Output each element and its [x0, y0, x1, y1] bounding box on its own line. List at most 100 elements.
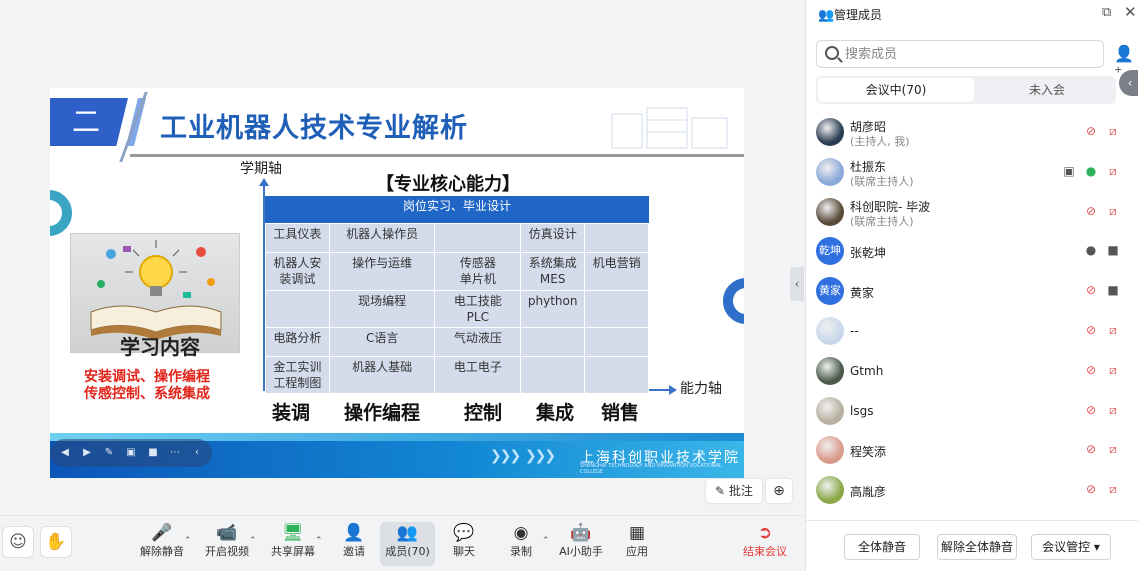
member-row[interactable]: Gtmh ⊘ ⧄ — [806, 351, 1138, 391]
camera-off-icon[interactable]: ⧄ — [1106, 482, 1120, 496]
side-expand-arrow-icon[interactable]: ‹ — [1119, 70, 1138, 96]
mic-muted-icon[interactable]: ⊘ — [1084, 403, 1098, 417]
camera-off-icon[interactable]: ⧄ — [1106, 323, 1120, 337]
camera-off-icon: 📹 — [216, 523, 238, 543]
collapse-toolbar-icon[interactable]: ‹ — [188, 444, 206, 462]
unmute-label: 解除静音 — [140, 545, 184, 558]
reaction-emoji-button[interactable]: ☺ — [2, 526, 34, 558]
camera-off-icon[interactable]: ⧄ — [1106, 124, 1120, 138]
member-name: 张乾坤 — [850, 246, 887, 261]
member-row[interactable]: lsgs ⊘ ⧄ — [806, 391, 1138, 431]
member-row[interactable]: 程笑添 ⊘ ⧄ — [806, 430, 1138, 470]
member-row[interactable]: -- ⊘ ⧄ — [806, 311, 1138, 351]
member-row[interactable]: 黄家 黄家 ⊘ ■ — [806, 271, 1138, 311]
share-screen-icon: 🖥 — [282, 523, 304, 543]
audio-options-caret-icon[interactable]: ⌃ — [184, 536, 192, 546]
popout-icon[interactable]: ⧉ — [1102, 5, 1111, 20]
category-label: 装调 — [272, 402, 311, 424]
chat-icon: 💬 — [453, 523, 475, 543]
screen-share-icon: ▣ — [1063, 163, 1075, 178]
members-button[interactable]: 👥 成员(70) — [380, 522, 435, 566]
invite-button[interactable]: 👤 邀请 — [324, 522, 384, 566]
ai-assistant-label: AI小助手 — [559, 545, 603, 558]
record-options-caret-icon[interactable]: ⌃ — [542, 536, 550, 546]
image-caption: 学习内容 — [120, 335, 200, 359]
ability-grid-cell: 机器人基础 — [328, 356, 436, 394]
unmute-button[interactable]: 🎤 解除静音 — [132, 522, 192, 566]
close-icon[interactable]: ✕ — [1124, 3, 1137, 21]
share-screen-label: 共享屏幕 — [271, 545, 315, 558]
building-sketch-image — [611, 107, 728, 149]
chat-button[interactable]: 💬 聊天 — [434, 522, 494, 566]
camera-icon[interactable]: ■ — [1106, 243, 1120, 257]
pencil-icon: ✎ — [715, 484, 729, 498]
ability-grid-header: 岗位实习、毕业设计 — [265, 196, 649, 223]
member-row[interactable]: 科创职院- 毕波 (联席主持人) ⊘ ⧄ — [806, 192, 1138, 232]
unmute-all-button[interactable]: 解除全体静音 — [937, 534, 1017, 560]
zoom-in-button[interactable]: ⊕ — [766, 479, 792, 503]
member-status-icons: ● ■ — [1084, 243, 1120, 257]
end-meeting-button[interactable]: ➲ 结束会议 — [735, 522, 795, 566]
x-axis-arrow — [669, 385, 677, 395]
meeting-control-label: 会议管控 — [1042, 540, 1091, 554]
previous-slide-icon[interactable]: ◀ — [56, 444, 74, 462]
camera-off-icon[interactable]: ⧄ — [1106, 442, 1120, 456]
tab-not-joined[interactable]: 未入会 — [980, 78, 1114, 102]
collapse-panel-handle[interactable]: ‹ — [790, 267, 804, 301]
x-axis-label: 能力轴 — [680, 381, 722, 397]
video-icon[interactable]: ■ — [144, 444, 162, 462]
ability-grid-cell: 机器人操作员 — [328, 223, 436, 253]
camera-off-icon[interactable]: ⧄ — [1106, 204, 1120, 218]
chevron-decoration-icon: ❯❯❯ ❯❯❯ — [490, 448, 556, 464]
mic-icon[interactable]: ● — [1084, 243, 1098, 257]
camera-icon[interactable]: ■ — [1106, 283, 1120, 297]
mic-muted-icon[interactable]: ⊘ — [1084, 283, 1098, 297]
next-slide-icon[interactable]: ▶ — [78, 444, 96, 462]
slide-section-number: 二 — [50, 98, 128, 146]
ai-assistant-icon: 🤖 — [570, 523, 592, 543]
ability-grid-cell: 操作与运维 — [328, 252, 436, 291]
ability-grid-cell: 工具仪表 — [265, 223, 330, 253]
ability-grid-cell — [584, 327, 649, 357]
meeting-control-dropdown[interactable]: 会议管控 ▾ — [1031, 534, 1111, 560]
mic-muted-icon[interactable]: ⊘ — [1084, 323, 1098, 337]
start-video-button[interactable]: 📹 开启视频 — [197, 522, 257, 566]
ability-grid-row: 电路分析 C语言 气动液压 — [265, 327, 649, 357]
tab-in-meeting[interactable]: 会议中(70) — [818, 78, 974, 102]
raise-hand-button[interactable]: ✋ — [40, 526, 72, 558]
member-row[interactable]: 乾坤 张乾坤 ● ■ — [806, 231, 1138, 271]
avatar — [816, 316, 844, 345]
mic-muted-icon[interactable]: ⊘ — [1084, 442, 1098, 456]
member-search-input[interactable] — [845, 44, 1095, 64]
video-options-caret-icon[interactable]: ⌃ — [249, 536, 257, 546]
more-icon[interactable]: ⋯ — [166, 444, 184, 462]
ability-grid-cell: phython — [520, 290, 586, 328]
annotate-button[interactable]: ✎ 批注 — [706, 479, 762, 503]
mic-muted-icon[interactable]: ⊘ — [1084, 204, 1098, 218]
camera-off-icon[interactable]: ⧄ — [1106, 403, 1120, 417]
shared-slide: 二 工业机器人技术专业解析 学习内容 安装调试、操作编程 传感控制、系统集成 学… — [50, 88, 744, 478]
ability-grid-cell: 电路分析 — [265, 327, 330, 357]
red-highlight-line-2: 传感控制、系统集成 — [84, 386, 210, 402]
member-row[interactable]: 杜振东 (联席主持人) ▣ ● ⧄ — [806, 152, 1138, 192]
camera-off-icon[interactable]: ⧄ — [1106, 164, 1120, 178]
mute-all-button[interactable]: 全体静音 — [844, 534, 920, 560]
end-meeting-label: 结束会议 — [743, 545, 787, 558]
camera-off-icon[interactable]: ⧄ — [1106, 363, 1120, 377]
pen-icon[interactable]: ✎ — [100, 444, 118, 462]
mic-muted-icon[interactable]: ⊘ — [1084, 363, 1098, 377]
member-row[interactable]: 高胤彦 ⊘ ⧄ — [806, 470, 1138, 510]
mic-muted-icon[interactable]: ⊘ — [1084, 124, 1098, 138]
screenshot-icon[interactable]: ▣ — [122, 444, 140, 462]
decorative-ring-right — [723, 278, 744, 324]
member-row[interactable]: 胡彦昭 (主持人, 我) ⊘ ⧄ — [806, 112, 1138, 152]
mic-icon[interactable]: ● — [1084, 164, 1098, 178]
ai-assistant-button[interactable]: 🤖 AI小助手 — [551, 522, 611, 566]
share-options-caret-icon[interactable]: ⌃ — [315, 536, 323, 546]
avatar: 乾坤 — [816, 237, 844, 266]
mic-muted-icon[interactable]: ⊘ — [1084, 482, 1098, 496]
avatar — [816, 436, 844, 465]
ability-grid-cell: 仿真设计 — [520, 223, 586, 253]
share-screen-button[interactable]: 🖥 共享屏幕 — [263, 522, 323, 566]
apps-button[interactable]: ▦ 应用 — [607, 522, 667, 566]
